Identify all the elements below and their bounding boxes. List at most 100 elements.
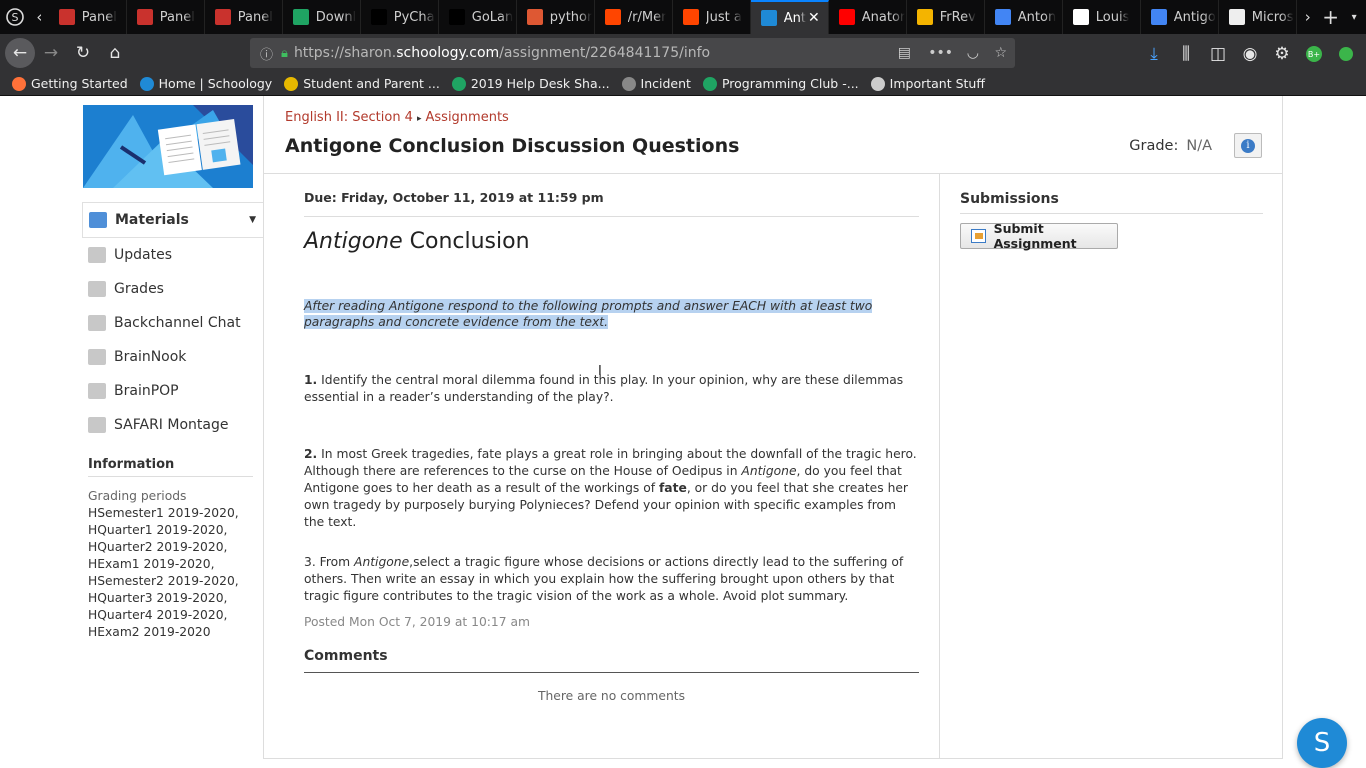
tab-label: Panel	[159, 9, 195, 25]
assignment-main: English II: Section 4 ▸ Assignments Antigo…	[263, 96, 1283, 759]
assignment-heading-rest: Conclusion	[402, 229, 530, 254]
pdf-icon	[136, 9, 153, 25]
lock-icon: 🔒︎	[281, 45, 288, 61]
browser-tab[interactable]: Anton	[985, 0, 1063, 34]
account-icon[interactable]: ◉	[1234, 38, 1266, 70]
reddit-icon	[682, 9, 699, 25]
sidebar-item[interactable]: Updates	[82, 238, 264, 272]
text-cursor-icon: I	[598, 364, 602, 379]
browser-tab[interactable]: Micros	[1219, 0, 1297, 34]
bookmark-label: 2019 Help Desk Sha...	[470, 76, 610, 91]
grading-period-link[interactable]: HExam2 2019-2020	[88, 624, 239, 641]
grading-period-link[interactable]: HQuarter4 2019-2020,	[88, 607, 239, 624]
bookmark-item[interactable]: Important Stuff	[870, 76, 985, 91]
submit-assignment-button[interactable]: Submit Assignment	[960, 221, 1118, 251]
grading-period-link[interactable]: HExam1 2019-2020,	[88, 556, 239, 573]
browser-tab[interactable]: Panel	[205, 0, 283, 34]
comments-heading: Comments	[304, 648, 388, 664]
grade-info-button[interactable]: i	[1234, 133, 1262, 158]
chat-icon	[88, 315, 106, 331]
bookmark-item[interactable]: Incident	[621, 76, 691, 91]
bookmark-item[interactable]: Getting Started	[12, 76, 128, 91]
browser-tab[interactable]: GoLan	[439, 0, 517, 34]
information-divider	[88, 476, 253, 477]
tab-label: Anton	[1017, 9, 1057, 25]
address-bar[interactable]: ⓘ 🔒︎ https://sharon.schoology.com/assign…	[250, 38, 1015, 68]
tab-scroll-right-icon[interactable]: ›	[1297, 0, 1319, 34]
grading-period-link[interactable]: HSemester1 2019-2020,	[88, 505, 239, 522]
browser-tab[interactable]: FrRev	[907, 0, 985, 34]
tab-list-dropdown-icon[interactable]: ▾	[1342, 0, 1366, 34]
submissions-panel: Submissions Submit Assignment	[939, 174, 1282, 759]
bookmark-item[interactable]: Student and Parent ...	[284, 76, 440, 91]
sidebar-item[interactable]: Materials ▼	[82, 202, 264, 238]
downloads-icon[interactable]: ⤓	[1138, 38, 1170, 70]
drive-icon	[451, 76, 466, 91]
grading-period-link[interactable]: HQuarter2 2019-2020,	[88, 539, 239, 556]
browser-tab[interactable]: Ant ✕	[750, 0, 829, 34]
back-button-icon[interactable]: ←	[5, 38, 35, 68]
globe-icon	[621, 76, 636, 91]
question-3: 3. From Antigone,select a tragic figure …	[304, 554, 919, 605]
breadcrumb-course-link[interactable]: English II: Section 4	[285, 110, 413, 125]
browser-tab[interactable]: pythor	[517, 0, 595, 34]
grade-value: N/A	[1186, 138, 1212, 154]
sidebar-item-label: BrainPOP	[114, 383, 179, 399]
browser-tab[interactable]: PyCha	[361, 0, 439, 34]
browser-tab[interactable]: Downl	[283, 0, 361, 34]
sidebar-item-label: SAFARI Montage	[114, 417, 229, 433]
browser-tab[interactable]: Anator	[829, 0, 907, 34]
extension-grade-icon[interactable]: B+	[1298, 38, 1330, 70]
home-icon[interactable]: ⌂	[99, 37, 131, 69]
tab-label: Micros	[1251, 9, 1294, 25]
sidebar-item[interactable]: BrainNook	[82, 340, 264, 374]
grading-period-link[interactable]: HQuarter1 2019-2020,	[88, 522, 239, 539]
schoology-pinned-icon[interactable]: S	[0, 0, 30, 34]
extension-us-icon[interactable]: ⚙	[1266, 38, 1298, 70]
sidebar-item[interactable]: SAFARI Montage	[82, 408, 264, 442]
sidebar-item-label: BrainNook	[114, 349, 187, 365]
browser-tab[interactable]: Panel	[127, 0, 205, 34]
menu-icon[interactable]: ≡	[1362, 38, 1366, 70]
bookmark-star-icon[interactable]: ☆	[994, 45, 1007, 61]
bookmark-item[interactable]: Programming Club -...	[702, 76, 859, 91]
browser-tab[interactable]: Louis	[1063, 0, 1141, 34]
help-chat-button[interactable]: S	[1297, 718, 1347, 768]
close-tab-icon[interactable]: ✕	[808, 10, 820, 26]
schoology-page: Materials ▼ Updates Grades Backchannel Chat B…	[0, 96, 1366, 768]
update-icon[interactable]	[1330, 38, 1362, 70]
bookmark-item[interactable]: Home | Schoology	[139, 76, 272, 91]
chevron-down-icon[interactable]: ▼	[249, 215, 256, 225]
tab-label: Anator	[861, 9, 906, 25]
site-info-icon[interactable]: ⓘ	[260, 44, 273, 63]
grade-display: Grade: N/A	[1129, 138, 1212, 154]
forward-button-icon[interactable]: →	[35, 37, 67, 69]
q3-text-a: 3. From	[304, 555, 355, 569]
reload-icon[interactable]: ↻	[67, 37, 99, 69]
browser-tab[interactable]: Panel	[49, 0, 127, 34]
breadcrumb-assignments-link[interactable]: Assignments	[426, 110, 509, 125]
browser-tab[interactable]: /r/Mer	[595, 0, 673, 34]
pocket-icon[interactable]: ◡	[967, 45, 979, 61]
browser-tab[interactable]: Just a	[673, 0, 751, 34]
grading-period-link[interactable]: HQuarter3 2019-2020,	[88, 590, 239, 607]
reader-view-icon[interactable]: ▤	[898, 45, 911, 61]
sidebar-item[interactable]: Grades	[82, 272, 264, 306]
sidebar-item[interactable]: BrainPOP	[82, 374, 264, 408]
sidebar-toggle-icon[interactable]: ◫	[1202, 38, 1234, 70]
new-tab-icon[interactable]: +	[1319, 0, 1343, 34]
sidebar-item[interactable]: Backchannel Chat	[82, 306, 264, 340]
submit-assignment-label: Submit Assignment	[993, 221, 1077, 251]
browser-tab[interactable]: Antigo	[1141, 0, 1219, 34]
grading-period-link[interactable]: HSemester2 2019-2020,	[88, 573, 239, 590]
tab-scroll-left-icon[interactable]: ‹	[30, 0, 49, 34]
page-actions-icon[interactable]: •••	[928, 45, 953, 61]
drive-icon	[292, 9, 309, 25]
q1-text: Identify the central moral dilemma found…	[304, 373, 904, 404]
pdf-icon	[58, 9, 75, 25]
course-left-nav: Materials ▼ Updates Grades Backchannel Chat B…	[82, 202, 264, 442]
bookmark-item[interactable]: 2019 Help Desk Sha...	[451, 76, 610, 91]
schoology-icon	[139, 76, 154, 91]
grading-periods-list: HSemester1 2019-2020, HQuarter1 2019-2020…	[88, 505, 239, 641]
library-icon[interactable]: ⫼	[1170, 38, 1202, 70]
